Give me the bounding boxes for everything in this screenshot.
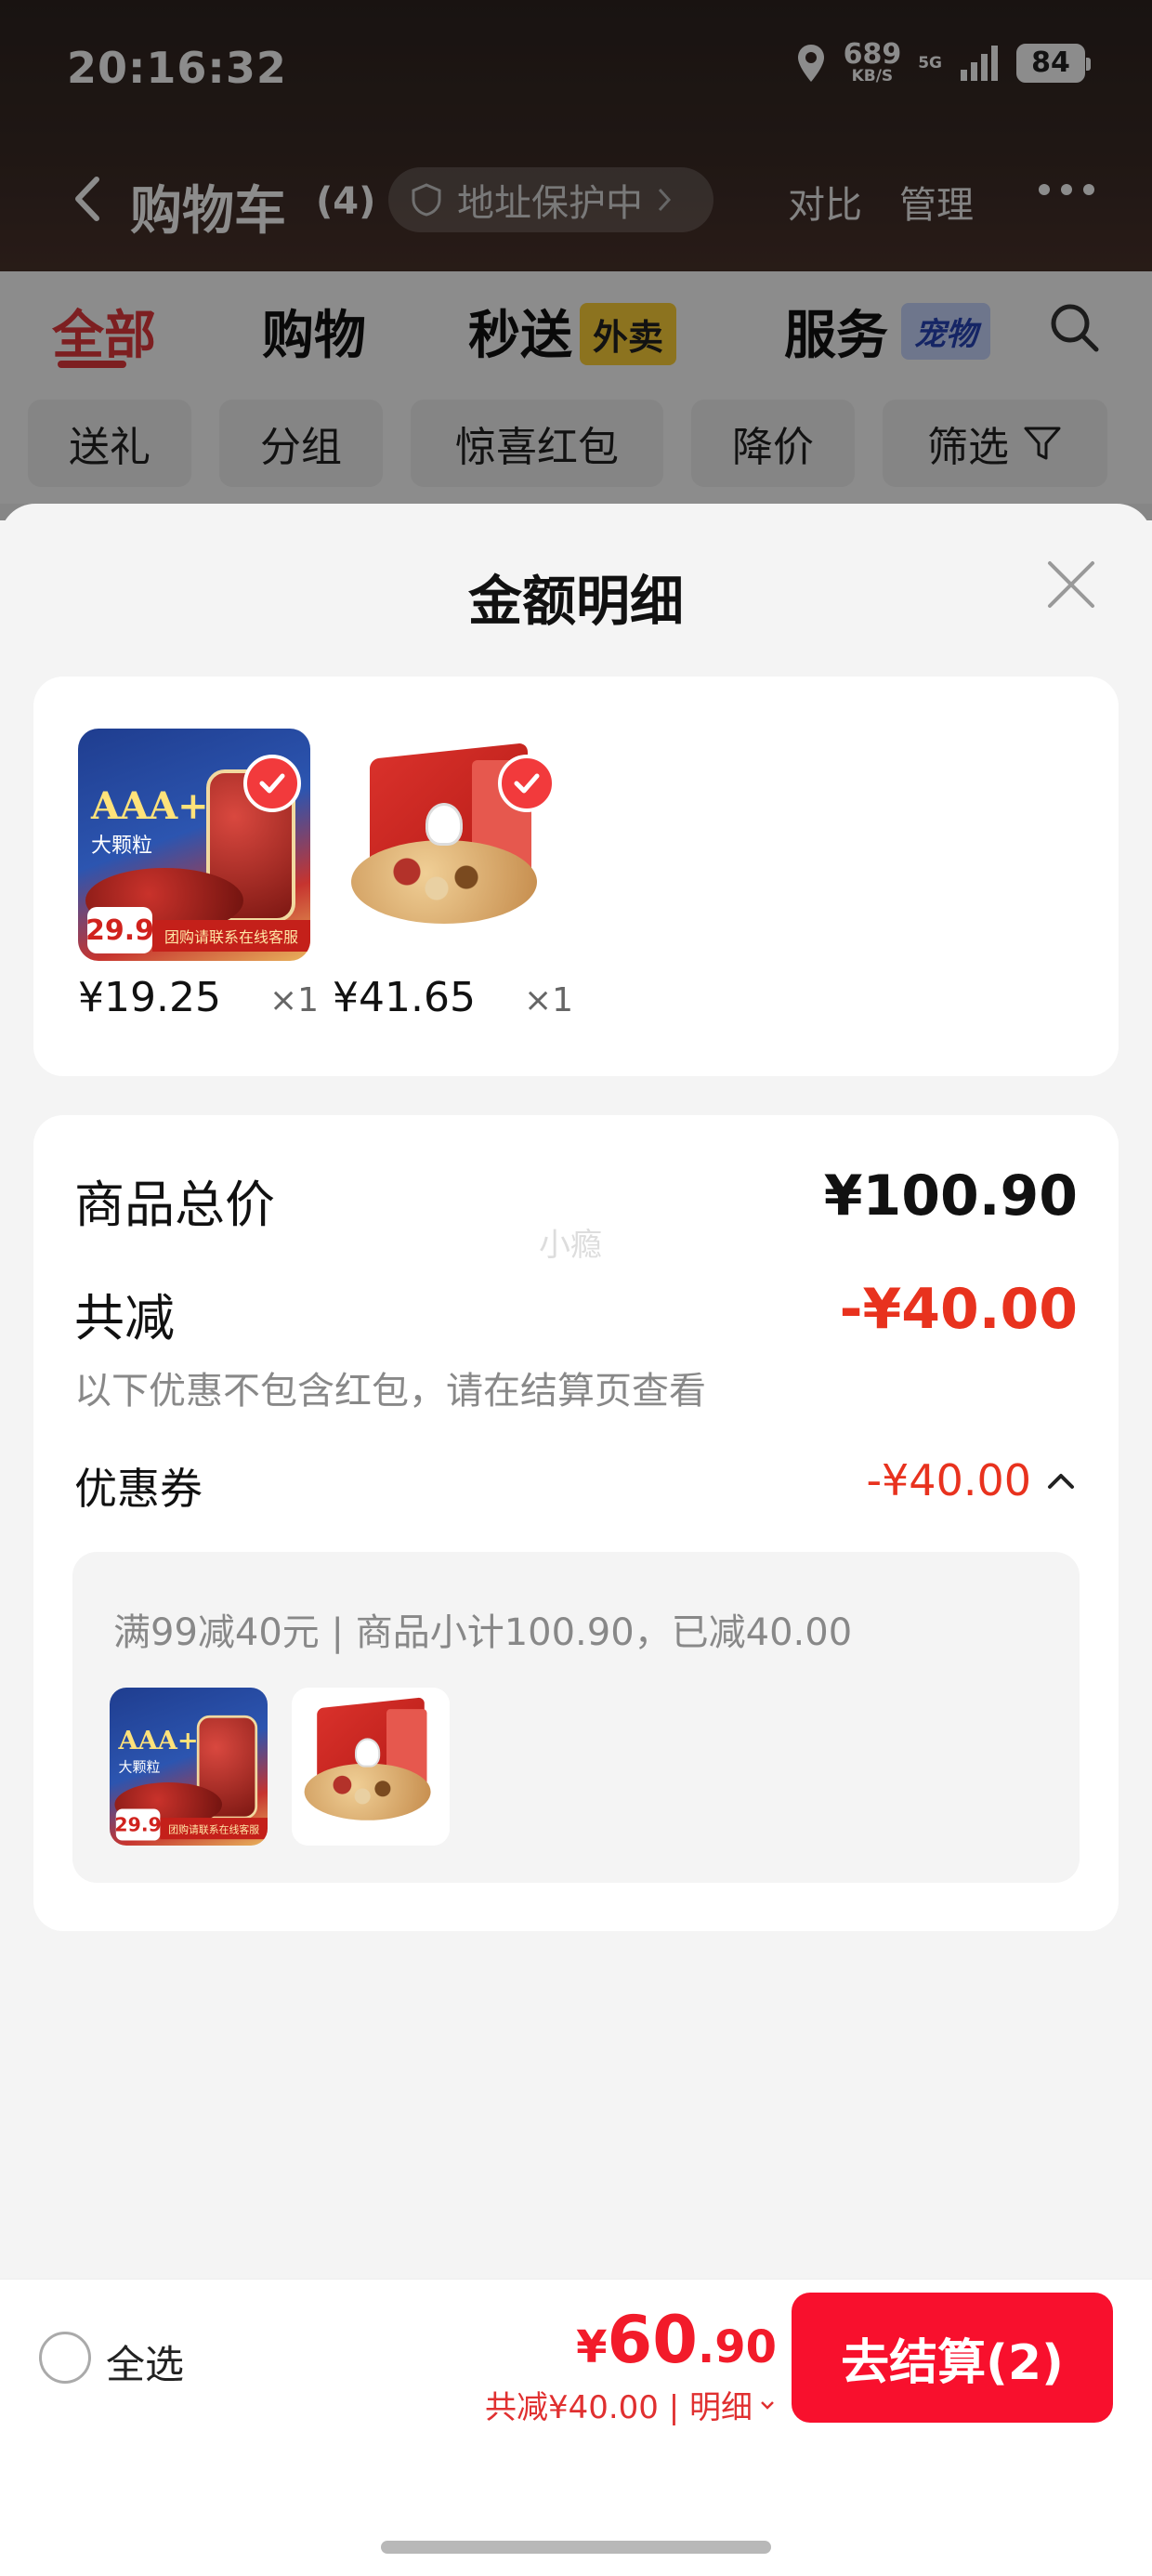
total-price-value: ¥100.90 <box>823 1163 1078 1229</box>
coupon-detail-box: 满99减40元 | 商品小计100.90，已减40.00 AAA+ 大颗粒 29… <box>72 1552 1080 1883</box>
discount-note-row: 以下优惠不包含红包，请在结算页查看 <box>74 1360 1078 1414</box>
coupon-product-thumb: AAA+ 大颗粒 29.9 团购请联系在线客服 <box>110 1688 268 1846</box>
sheet-title: 金额明细 <box>467 570 684 633</box>
product-item[interactable]: ¥41.65 ×1 <box>333 729 573 1021</box>
products-card: AAA+ 大颗粒 29.9 团购请联系在线客服 ¥19.25 ×1 ¥41.65… <box>33 677 1119 1076</box>
product-qty: ×1 <box>524 981 574 1019</box>
coupon-product-thumb <box>292 1688 450 1846</box>
summary-card: 小瘾 商品总价 ¥100.90 共减 -¥40.00 以下优惠不包含红包，请在结… <box>33 1115 1119 1931</box>
bottom-safe-area <box>0 2433 1152 2576</box>
discount-label: 共减 <box>74 1289 175 1347</box>
close-icon[interactable] <box>1042 556 1100 613</box>
checkout-button[interactable]: 去结算(2) <box>792 2293 1113 2423</box>
chevron-down-icon <box>761 2400 774 2410</box>
chevron-up-icon[interactable] <box>1044 1465 1078 1498</box>
checked-icon <box>498 755 556 812</box>
discount-value: -¥40.00 <box>839 1277 1078 1342</box>
checked-icon <box>243 755 301 812</box>
product-image-dates: AAA+ 大颗粒 29.9 团购请联系在线客服 <box>78 729 310 961</box>
total-price-row: 商品总价 ¥100.90 <box>74 1163 1078 1238</box>
modal-overlay[interactable] <box>0 0 1152 520</box>
home-indicator[interactable] <box>381 2541 771 2554</box>
coupon-label: 优惠券 <box>74 1464 203 1514</box>
product-qty: ×1 <box>269 981 320 1019</box>
discount-note: 以下优惠不包含红包，请在结算页查看 <box>74 1370 706 1413</box>
coupon-value: -¥40.00 <box>866 1455 1031 1505</box>
total-amount: ¥ 60 .90 <box>576 2302 777 2378</box>
product-price: ¥41.65 <box>333 974 476 1021</box>
total-price-label: 商品总价 <box>74 1176 275 1234</box>
coupon-row[interactable]: 优惠券 -¥40.00 <box>74 1455 1078 1514</box>
coupon-description: 满99减40元 | 商品小计100.90，已减40.00 <box>113 1611 853 1654</box>
select-all-radio[interactable] <box>39 2332 91 2384</box>
product-item[interactable]: AAA+ 大颗粒 29.9 团购请联系在线客服 ¥19.25 ×1 <box>78 729 319 1021</box>
product-image-nuts <box>333 729 565 961</box>
select-all-label[interactable]: 全选 <box>106 2333 184 2390</box>
saved-detail-link[interactable]: 共减¥40.00 | 明细 <box>485 2382 777 2427</box>
amount-detail-sheet: 金额明细 AAA+ 大颗粒 29.9 团购请联系在线客服 ¥19.25 ×1 ¥… <box>0 504 1152 2576</box>
discount-row: 共减 -¥40.00 <box>74 1277 1078 1351</box>
product-price: ¥19.25 <box>78 974 221 1021</box>
checkout-bar: 全选 ¥ 60 .90 共减¥40.00 | 明细 去结算(2) <box>0 2279 1152 2433</box>
